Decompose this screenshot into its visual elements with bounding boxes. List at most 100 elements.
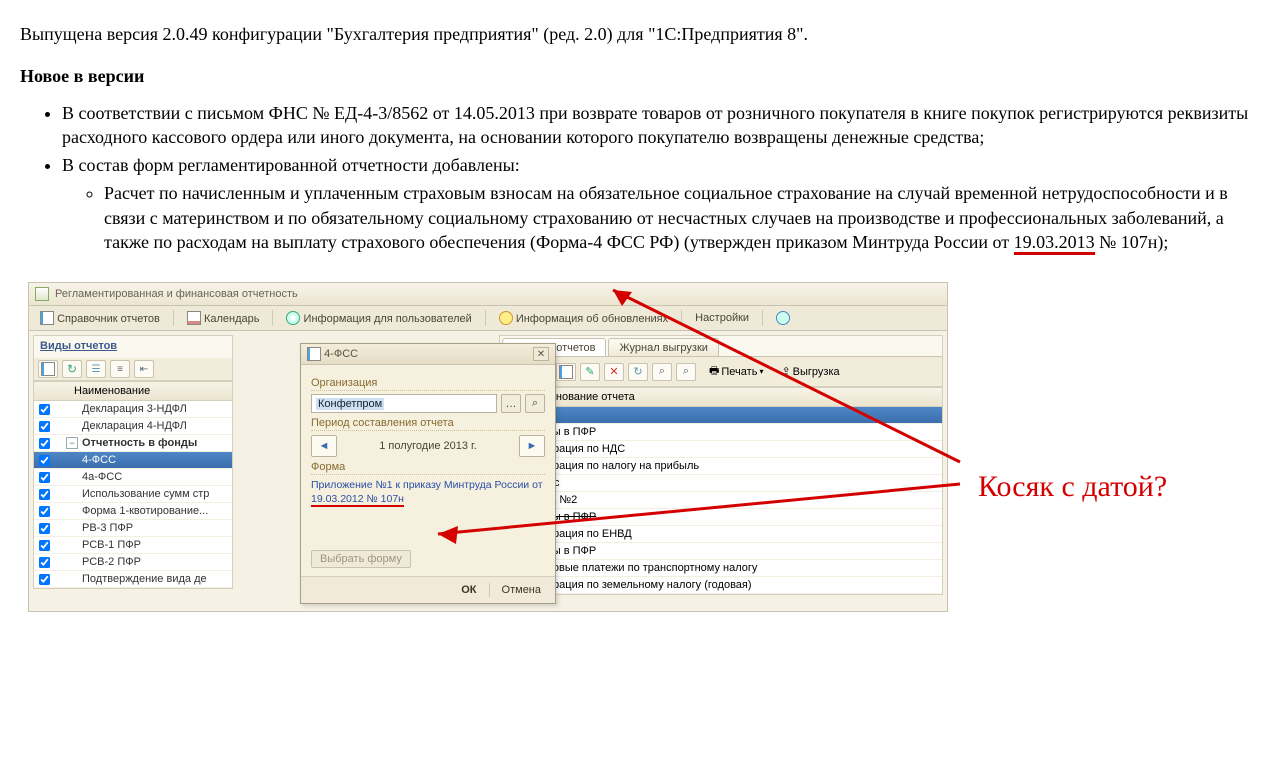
find-clear-button[interactable]: ⌕ — [676, 363, 696, 381]
list-row[interactable]: Декларация по земельному налогу (годовая… — [500, 577, 942, 594]
expander-icon[interactable]: − — [66, 437, 78, 449]
tree-row[interactable]: РСВ-2 ПФР — [34, 554, 232, 571]
row-checkbox[interactable] — [38, 506, 49, 517]
bullet-2: В состав форм регламентированной отчетно… — [62, 153, 1262, 254]
help-icon — [776, 311, 790, 325]
toolbar-info[interactable]: Информация для пользователей — [281, 309, 476, 327]
tree-row[interactable]: РВ-3 ПФР — [34, 520, 232, 537]
annotation-text: Косяк с датой? — [978, 470, 1167, 504]
cancel-button[interactable]: Отмена — [496, 583, 547, 597]
tree-row[interactable]: 4а-ФСС — [34, 469, 232, 486]
window-titlebar: Регламентированная и финансовая отчетнос… — [29, 283, 947, 306]
list-row[interactable]: Декларация по НДС — [500, 441, 942, 458]
separator — [272, 310, 273, 326]
row-checkbox[interactable] — [38, 557, 49, 568]
list-row[interactable]: Декларация по налогу на прибыль — [500, 458, 942, 475]
list-label: Декларация по земельному налогу (годовая… — [522, 579, 752, 591]
row-checkbox[interactable] — [38, 455, 49, 466]
row-checkbox[interactable] — [38, 404, 49, 415]
tree-row[interactable]: Использование сумм стр — [34, 486, 232, 503]
main-toolbar: Справочник отчетов Календарь Информация … — [29, 306, 947, 331]
report-types-panel: Виды отчетов ↻ ☰ ≡ ⇤ Наименование Деклар… — [33, 335, 233, 589]
new-button[interactable] — [38, 360, 58, 378]
toolbar-updates[interactable]: Информация об обновлениях — [494, 309, 673, 327]
tree-row[interactable]: Декларация 3-НДФЛ — [34, 401, 232, 418]
list-row[interactable]: Форма №2 — [500, 492, 942, 509]
row-checkbox[interactable] — [38, 574, 49, 585]
actions-button[interactable]: ≡ — [110, 360, 130, 378]
ok-button[interactable]: ОК — [455, 583, 482, 597]
list-row[interactable]: Авансы в ПФР — [500, 543, 942, 560]
article-text: Выпущена версия 2.0.49 конфигурации "Бух… — [0, 0, 1282, 272]
bullet-list: В соответствии с письмом ФНС № ЕД-4-3/85… — [62, 101, 1262, 255]
panel-title-left: Виды отчетов — [34, 336, 232, 358]
toolbar-settings[interactable]: Настройки — [690, 310, 754, 326]
app-window: Регламентированная и финансовая отчетнос… — [28, 282, 948, 612]
tab-journal-export[interactable]: Журнал выгрузки — [608, 338, 718, 356]
bullet-1: В соответствии с письмом ФНС № ЕД-4-3/85… — [62, 101, 1262, 150]
left-column-header: Наименование — [34, 381, 232, 401]
row-label: Использование сумм стр — [80, 488, 230, 500]
period-prev-button[interactable]: ◄ — [311, 435, 337, 457]
new2-button[interactable] — [556, 363, 576, 381]
list-label: Авансовые платежи по транспортному налог… — [522, 562, 757, 574]
refresh2-button[interactable]: ↻ — [628, 363, 648, 381]
refresh-button[interactable]: ↻ — [62, 360, 82, 378]
list-row[interactable]: 4-ФСС — [500, 407, 942, 424]
row-checkbox[interactable] — [38, 421, 49, 432]
separator — [681, 310, 682, 326]
select-form-button[interactable]: Выбрать форму — [311, 550, 411, 568]
org-input[interactable]: Конфетпром — [311, 394, 497, 413]
calendar-icon — [187, 311, 201, 325]
row-label: Форма 1-квотирование... — [80, 505, 230, 517]
tree-row[interactable]: Форма 1-квотирование... — [34, 503, 232, 520]
row-checkbox[interactable] — [38, 489, 49, 500]
updates-icon — [499, 311, 513, 325]
tree-row[interactable]: Декларация 4-НДФЛ — [34, 418, 232, 435]
toolbar-reference[interactable]: Справочник отчетов — [35, 309, 165, 327]
tree-row[interactable]: −Отчетность в фонды — [34, 435, 232, 452]
row-label: 4а-ФСС — [80, 471, 230, 483]
doc-icon — [40, 311, 54, 325]
list-row[interactable]: Авансовые платежи по транспортному налог… — [500, 560, 942, 577]
row-label: 4-ФСС — [80, 454, 230, 466]
edit-button[interactable]: ✎ — [580, 363, 600, 381]
separator — [485, 310, 486, 326]
separator — [762, 310, 763, 326]
dialog-4fss: 4-ФСС ✕ Организация Конфетпром … ⌕ Перио… — [300, 343, 556, 603]
tree-row[interactable]: Подтверждение вида де — [34, 571, 232, 588]
list-button[interactable]: ☰ — [86, 360, 106, 378]
period-next-button[interactable]: ► — [519, 435, 545, 457]
close-button[interactable]: ✕ — [533, 347, 549, 361]
row-checkbox[interactable] — [38, 438, 49, 449]
delete-button[interactable]: ✕ — [604, 363, 624, 381]
toolbar-calendar[interactable]: Календарь — [182, 309, 265, 327]
org-select-button[interactable]: … — [501, 394, 521, 413]
print-dropdown[interactable]: 🖶 Печать ▾ — [704, 360, 768, 383]
row-checkbox[interactable] — [38, 523, 49, 534]
list-row[interactable]: Декларация по ЕНВД — [500, 526, 942, 543]
list-row[interactable]: Авансы в ПФР — [500, 509, 942, 526]
dialog-title: 4-ФСС — [324, 348, 358, 360]
report-journal-list[interactable]: 4-ФССАвансы в ПФРДекларация по НДСДеклар… — [500, 407, 942, 594]
right-column-header: Наименование отчета — [500, 387, 942, 407]
row-checkbox[interactable] — [38, 540, 49, 551]
info-icon — [286, 311, 300, 325]
window-icon — [35, 287, 49, 301]
dialog-titlebar: 4-ФСС ✕ — [301, 344, 555, 365]
window-title: Регламентированная и финансовая отчетнос… — [55, 288, 298, 300]
find-button[interactable]: ⌕ — [652, 363, 672, 381]
report-tree[interactable]: Декларация 3-НДФЛДекларация 4-НДФЛ−Отчет… — [34, 401, 232, 588]
row-label: РВ-3 ПФР — [80, 522, 230, 534]
list-row[interactable]: Баланс — [500, 475, 942, 492]
collapse-button[interactable]: ⇤ — [134, 360, 154, 378]
tree-row[interactable]: РСВ-1 ПФР — [34, 537, 232, 554]
list-row[interactable]: Авансы в ПФР — [500, 424, 942, 441]
highlighted-date-2013: 19.03.2013 — [1014, 232, 1095, 255]
row-label: Отчетность в фонды — [80, 437, 230, 449]
row-checkbox[interactable] — [38, 472, 49, 483]
export-dropdown[interactable]: ⇪ Выгрузка — [776, 363, 844, 380]
toolbar-help[interactable] — [771, 309, 795, 327]
org-search-button[interactable]: ⌕ — [525, 394, 545, 413]
tree-row[interactable]: 4-ФСС — [34, 452, 232, 469]
